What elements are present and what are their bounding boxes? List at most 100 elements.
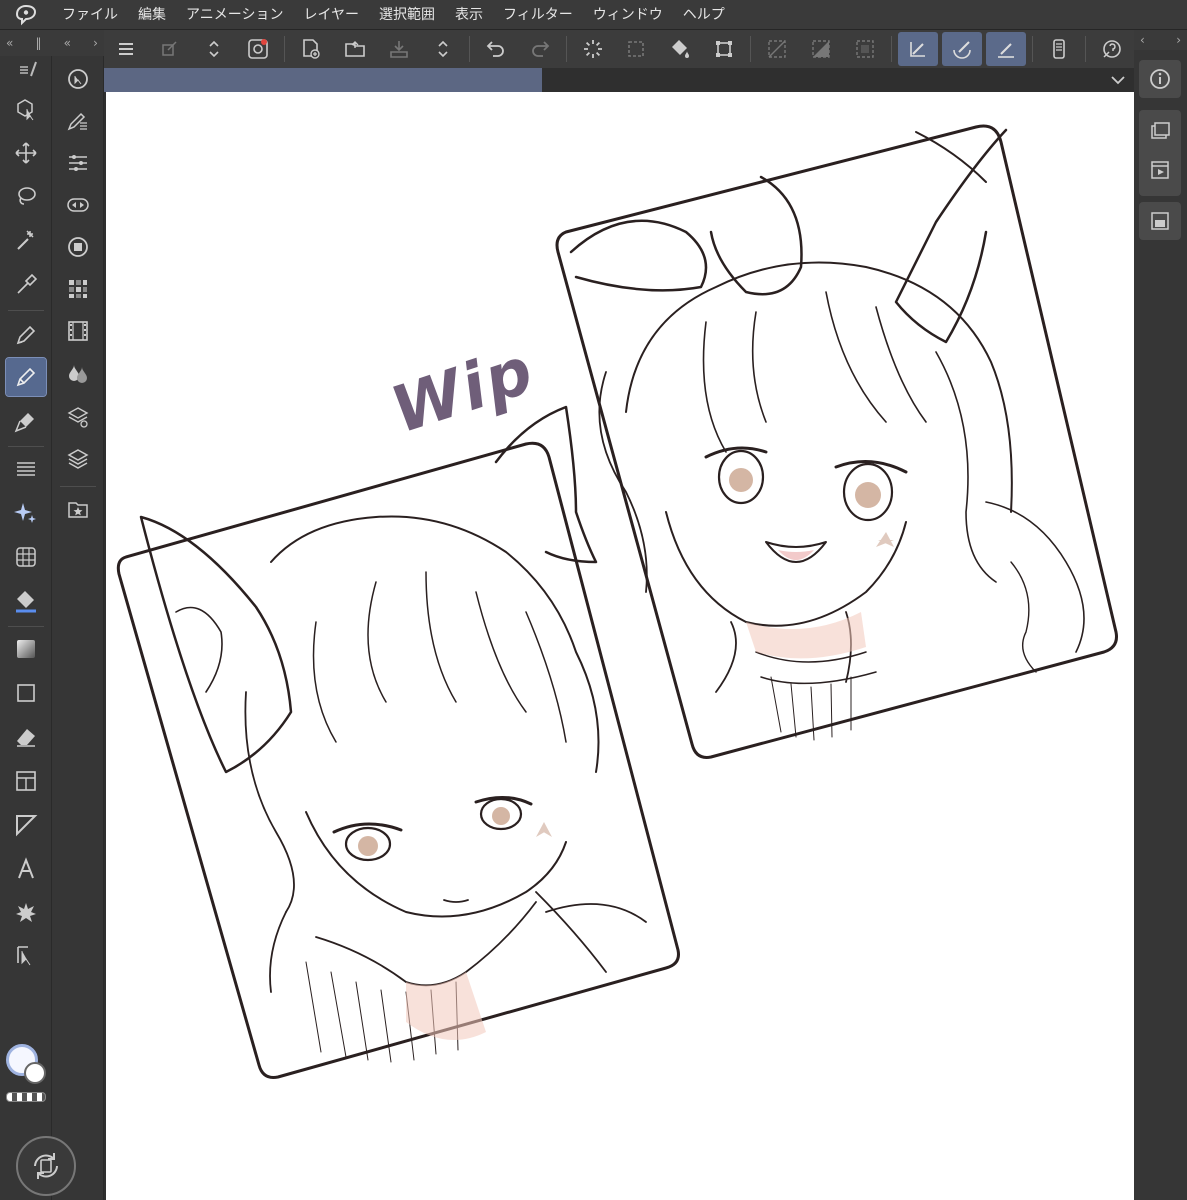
magic-wand-icon[interactable]: [6, 222, 46, 260]
command-bar: [104, 30, 1134, 68]
menu-window[interactable]: ウィンドウ: [583, 0, 673, 30]
clip-studio-window: ファイル 編集 アニメーション レイヤー 選択範囲 表示 フィルター ウィンドウ…: [0, 0, 1187, 1200]
clear-selection-icon[interactable]: [616, 32, 656, 66]
sub-color-swatch[interactable]: [24, 1062, 46, 1084]
toolbar-separator: [750, 36, 752, 62]
companion-mode-icon[interactable]: [1092, 32, 1132, 66]
toolbar-separator: [468, 36, 470, 62]
right-panel-header: ‹ ›: [1134, 30, 1187, 50]
frame-border-icon[interactable]: [6, 762, 46, 800]
navigator-icon[interactable]: [58, 60, 98, 98]
pencil-icon[interactable]: [5, 357, 47, 397]
figure-icon[interactable]: [6, 674, 46, 712]
grip-icon[interactable]: ‖: [36, 36, 42, 50]
eyedropper-icon[interactable]: [6, 266, 46, 304]
pen-icon[interactable]: [6, 316, 46, 354]
left-panel-header: « ‖ « ›: [0, 30, 104, 56]
panel-group-buttons: [1139, 110, 1181, 196]
loading-spinner-icon[interactable]: [573, 32, 613, 66]
balloon-icon[interactable]: [6, 894, 46, 932]
fill-bucket-icon[interactable]: [660, 32, 700, 66]
sub-tool-icon[interactable]: [58, 102, 98, 140]
menu-edit[interactable]: 編集: [128, 0, 176, 30]
collapse-left2-icon[interactable]: «: [64, 36, 71, 50]
move-icon[interactable]: [6, 134, 46, 172]
chevron-down-icon[interactable]: [1108, 70, 1128, 90]
open-folder-icon[interactable]: [335, 32, 375, 66]
expand-icon[interactable]: ›: [93, 36, 98, 50]
operation-icon[interactable]: [6, 90, 46, 128]
menu-selection[interactable]: 選択範囲: [369, 0, 445, 30]
new-file-icon[interactable]: [291, 32, 331, 66]
menu-bar: ファイル 編集 アニメーション レイヤー 選択範囲 表示 フィルター ウィンドウ…: [0, 0, 1187, 30]
text-icon[interactable]: [6, 850, 46, 888]
canvas-tab-strip: [104, 68, 1134, 92]
menu-view[interactable]: 表示: [445, 0, 493, 30]
menu-hamburger-icon[interactable]: [106, 32, 146, 66]
lasso-select-icon[interactable]: [6, 178, 46, 216]
ruler-icon[interactable]: [6, 806, 46, 844]
undo-icon[interactable]: [476, 32, 516, 66]
line-art-drawing: [116, 124, 1118, 1079]
selection-mode-1-icon[interactable]: [757, 32, 797, 66]
right-dock: [1134, 50, 1187, 1200]
canvas-tab[interactable]: [104, 68, 542, 92]
canvas-rotate-icon[interactable]: [16, 1136, 76, 1196]
collapse-right-icon[interactable]: ‹: [1140, 33, 1145, 47]
menu-file[interactable]: ファイル: [52, 0, 128, 30]
snap-grid-icon[interactable]: [986, 32, 1027, 66]
layer-property-icon[interactable]: [58, 398, 98, 436]
save-panel-icon[interactable]: [1139, 202, 1181, 240]
save-icon[interactable]: [379, 32, 419, 66]
layers-panel-icon[interactable]: [1149, 121, 1171, 147]
tool-divider: [8, 626, 44, 627]
save-arrows-icon[interactable]: [423, 32, 463, 66]
color-set-icon[interactable]: [58, 270, 98, 308]
fill-icon[interactable]: [6, 582, 46, 620]
transform-icon[interactable]: [704, 32, 744, 66]
color-wheel-icon[interactable]: [58, 228, 98, 266]
color-mixing-icon[interactable]: [58, 354, 98, 392]
brush-size-icon[interactable]: [58, 186, 98, 224]
material-icon[interactable]: [58, 490, 98, 528]
animation-panel-icon[interactable]: [1149, 159, 1171, 185]
app-logo-icon[interactable]: [0, 0, 52, 30]
tool-palette: [0, 56, 52, 1200]
tool-divider: [8, 446, 44, 447]
menu-help[interactable]: ヘルプ: [673, 0, 735, 30]
toolbar-separator: [1032, 36, 1034, 62]
smartphone-icon[interactable]: [1039, 32, 1079, 66]
airbrush-icon[interactable]: [6, 494, 46, 532]
drawing-canvas[interactable]: Wip: [106, 92, 1134, 1200]
toolbar-separator: [283, 36, 285, 62]
snap-special-ruler-icon[interactable]: [942, 32, 983, 66]
clip-studio-icon[interactable]: [238, 32, 278, 66]
decoration-icon[interactable]: [6, 450, 46, 488]
palette-menu-icon[interactable]: [6, 56, 46, 84]
transparent-color-swatch[interactable]: [6, 1092, 46, 1102]
toolbar-separator: [891, 36, 893, 62]
toolbar-separator: [565, 36, 567, 62]
quick-access-icon[interactable]: [150, 32, 190, 66]
eraser-icon[interactable]: [6, 718, 46, 756]
info-icon[interactable]: [1139, 60, 1181, 98]
panel-shortcut-bar: [16, 56, 104, 1200]
toolbar-separator: [1085, 36, 1087, 62]
brush-icon[interactable]: [6, 402, 46, 440]
grid-ruler-icon[interactable]: [6, 538, 46, 576]
tool-property-icon[interactable]: [58, 144, 98, 182]
selection-mode-3-icon[interactable]: [845, 32, 885, 66]
menu-animation[interactable]: アニメーション: [176, 0, 293, 30]
collapse-left-icon[interactable]: «: [6, 36, 13, 50]
correct-line-icon[interactable]: [6, 936, 46, 974]
gradient-icon[interactable]: [6, 630, 46, 668]
selection-mode-2-icon[interactable]: [801, 32, 841, 66]
menu-layer[interactable]: レイヤー: [293, 0, 369, 30]
snap-ruler-icon[interactable]: [898, 32, 939, 66]
menu-filter[interactable]: フィルター: [493, 0, 583, 30]
expand-right-icon[interactable]: ›: [1176, 33, 1181, 47]
timeline-icon[interactable]: [58, 312, 98, 350]
switch-arrows-icon[interactable]: [194, 32, 234, 66]
layer-icon[interactable]: [58, 440, 98, 478]
redo-icon[interactable]: [520, 32, 560, 66]
